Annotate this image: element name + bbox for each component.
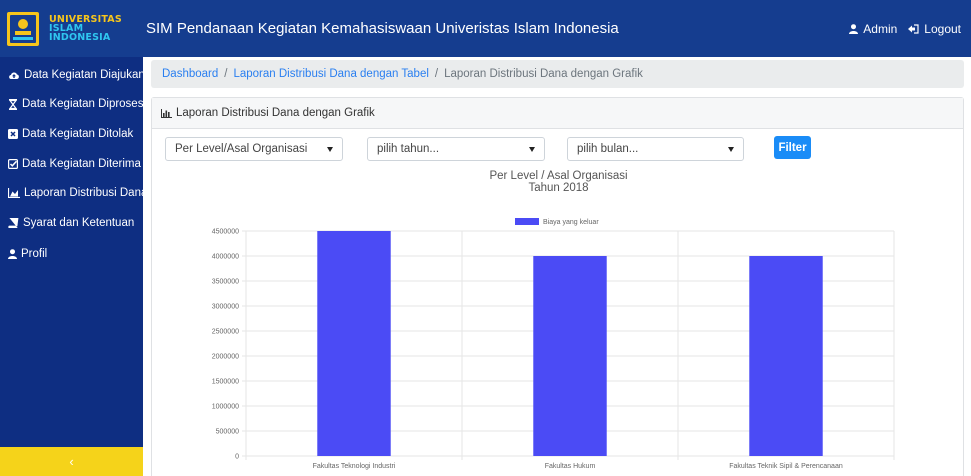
admin-link[interactable]: Admin (849, 22, 897, 36)
uii-emblem-icon (7, 11, 39, 46)
user-icon (849, 23, 859, 34)
sidebar-item-syarat[interactable]: Syarat dan Ketentuan (0, 209, 143, 237)
logout-icon (908, 23, 919, 34)
bar (533, 256, 607, 456)
main-content: Dashboard / Laporan Distribusi Dana deng… (143, 57, 971, 476)
logout-link[interactable]: Logout (908, 22, 961, 36)
x-tick-label: Fakultas Teknik Sipil & Perencanaan (729, 463, 843, 470)
legend-swatch (515, 218, 539, 225)
y-tick-label: 4000000 (212, 254, 239, 261)
y-tick-label: 3000000 (212, 304, 239, 311)
bar (749, 256, 823, 456)
y-tick-label: 4500000 (212, 229, 239, 236)
sidebar-item-label: Data Kegiatan Diterima (22, 158, 141, 170)
sidebar: Data Kegiatan Diajukan Data Kegiatan Dip… (0, 57, 147, 476)
logo-wordmark: UNIVERSITAS ISLAM INDONESIA (49, 15, 122, 43)
legend-label: Biaya yang keluar (543, 219, 599, 226)
breadcrumb-current: Laporan Distribusi Dana dengan Grafik (444, 68, 643, 80)
user-menu: Admin Logout (838, 0, 961, 57)
sidebar-item-label: Data Kegiatan Diproses (22, 98, 144, 110)
user-icon (8, 249, 17, 259)
hourglass-icon (8, 98, 18, 110)
sidebar-item-diterima[interactable]: Data Kegiatan Diterima (0, 150, 143, 178)
y-tick-label: 500000 (216, 429, 239, 436)
y-tick-label: 0 (235, 454, 239, 461)
sidebar-item-diajukan[interactable]: Data Kegiatan Diajukan (0, 61, 145, 89)
logout-label: Logout (924, 21, 961, 36)
sidebar-item-profil[interactable]: Profil (0, 240, 143, 268)
bar (317, 231, 391, 456)
logo-line: INDONESIA (49, 32, 111, 43)
check-box-icon (8, 159, 18, 169)
y-tick-label: 1500000 (212, 379, 239, 386)
sidebar-item-ditolak[interactable]: Data Kegiatan Ditolak (0, 120, 143, 148)
y-tick-label: 2000000 (212, 354, 239, 361)
close-box-icon (8, 129, 18, 139)
x-tick-label: Fakultas Teknologi Industri (313, 463, 396, 470)
app-title: SIM Pendanaan Kegiatan Kemahasiswaan Uni… (146, 20, 619, 37)
y-tick-label: 3500000 (212, 279, 239, 286)
sidebar-item-diproses[interactable]: Data Kegiatan Diproses (0, 90, 143, 118)
breadcrumb: Dashboard / Laporan Distribusi Dana deng… (151, 60, 964, 88)
chevron-left-icon: ‹ (69, 454, 74, 469)
x-tick-label: Fakultas Hukum (545, 463, 596, 470)
sidebar-item-label: Syarat dan Ketentuan (23, 217, 135, 229)
y-tick-label: 1000000 (212, 404, 239, 411)
sidebar-item-laporan[interactable]: Laporan Distribusi Dana (0, 179, 147, 207)
breadcrumb-dashboard[interactable]: Dashboard (162, 68, 218, 80)
sidebar-item-label: Laporan Distribusi Dana (24, 187, 148, 199)
book-icon (8, 218, 19, 228)
admin-label: Admin (863, 21, 898, 36)
bar-chart: 4500000 4000000 3500000 3000000 2500000 20000… (212, 218, 895, 470)
chart-card: Laporan Distribusi Dana dengan Grafik Pe… (151, 97, 964, 476)
top-navbar: UNIVERSITAS ISLAM INDONESIA SIM Pendanaa… (0, 0, 971, 57)
sidebar-item-label: Data Kegiatan Ditolak (22, 128, 134, 140)
sidebar-toggle-button[interactable]: ‹ (0, 447, 143, 476)
breadcrumb-separator: / (434, 68, 439, 80)
university-logo[interactable]: UNIVERSITAS ISLAM INDONESIA (0, 0, 143, 57)
breadcrumb-separator: / (224, 68, 228, 80)
area-chart-icon (8, 188, 20, 198)
breadcrumb-laporan-tabel[interactable]: Laporan Distribusi Dana dengan Tabel (233, 68, 428, 80)
sidebar-item-label: Data Kegiatan Diajukan (24, 69, 145, 81)
cloud-upload-icon (9, 72, 19, 79)
sidebar-item-label: Profil (21, 248, 48, 260)
y-tick-label: 2500000 (212, 329, 239, 336)
